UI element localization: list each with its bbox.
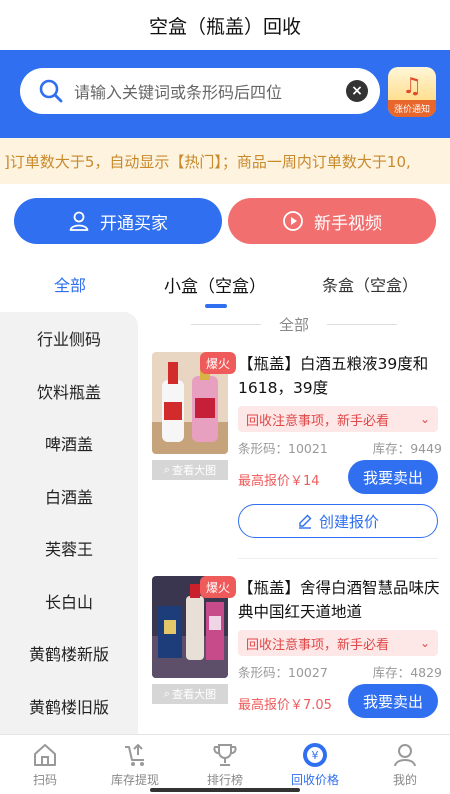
withdraw-icon	[125, 743, 144, 766]
create-quote-button[interactable]: 创建报价	[238, 504, 438, 538]
sell-button[interactable]: 我要卖出	[348, 460, 438, 494]
highest-price: 最高报价￥14	[238, 474, 320, 489]
zoom-icon: ⌕	[163, 463, 171, 476]
view-large-button[interactable]: ⌕ 查看大图	[152, 684, 228, 704]
tab-small-box[interactable]: 小盒（空盒）	[150, 262, 280, 306]
chevron-down-icon: ⌄	[419, 412, 430, 426]
search-placeholder: 请输入关键词或条形码后四位	[74, 83, 283, 102]
product-meta: 条形码：10027 库存：4829	[238, 662, 442, 681]
caution-label: 回收注意事项，新手必看	[246, 637, 390, 653]
tab-label: 回收价格	[290, 773, 339, 787]
bell-icon: ♫	[402, 74, 422, 99]
tab-mine[interactable]: 我的	[360, 735, 450, 794]
tab-label: 扫码	[32, 773, 57, 787]
newbie-video-button[interactable]: 新手视频	[228, 198, 436, 244]
open-buyer-button[interactable]: 开通买家	[14, 198, 222, 244]
product-card: 爆火 ⌕ 查看大图 【瓶盖】舍得白酒智慧品味庆典中国红天道地道 回收注意事项，新…	[152, 576, 442, 734]
sidebar-item[interactable]: 芙蓉王	[0, 522, 138, 575]
divider	[238, 558, 438, 559]
announcement-marquee: ]订单数大于5，自动显示【热门】；商品一周内订单数大于10,	[0, 138, 450, 184]
search-icon	[39, 79, 63, 103]
category-tabs: 全部 小盒（空盒） 条盒（空盒）	[0, 262, 450, 310]
product-title: 【瓶盖】白酒五粮液39度和1618，39度	[238, 355, 429, 397]
tab-ranking[interactable]: 排行榜	[180, 735, 270, 794]
hot-badge: 爆火	[200, 352, 236, 374]
sidebar-item[interactable]: 啤酒盖	[0, 417, 138, 470]
sell-button[interactable]: 我要卖出	[348, 684, 438, 718]
newbie-video-label: 新手视频	[314, 213, 382, 234]
edit-icon	[298, 514, 312, 529]
barcode: 条形码：10021	[238, 441, 328, 456]
tab-label: 我的	[392, 773, 417, 787]
hot-badge: 爆火	[200, 576, 236, 598]
clear-icon[interactable]: ×	[346, 80, 368, 102]
play-icon	[283, 211, 303, 231]
search-input[interactable]: 请输入关键词或条形码后四位 ×	[20, 68, 380, 114]
sidebar-item[interactable]: 白酒盖	[0, 470, 138, 523]
tab-label: 排行榜	[206, 773, 243, 787]
product-list: 全部 爆火 ⌕ 查看大图 【瓶盖】白酒五粮液39度和1618，39度 回收注意事…	[138, 312, 450, 734]
view-large-label: 查看大图	[172, 464, 217, 477]
zoom-icon: ⌕	[163, 687, 171, 700]
sidebar-item[interactable]: 黄鹤楼新版	[0, 627, 138, 680]
bottom-tabbar: 扫码 库存提现 排行榜 ¥ 回收价格 我的	[0, 734, 450, 794]
sidebar-item[interactable]: 长白山	[0, 575, 138, 628]
sidebar: 行业侧码 饮料瓶盖 啤酒盖 白酒盖 芙蓉王 长白山 黄鹤楼新版 黄鹤楼旧版	[0, 312, 138, 734]
open-buyer-label: 开通买家	[100, 213, 168, 234]
user-icon	[69, 211, 89, 231]
product-title: 【瓶盖】舍得白酒智慧品味庆典中国红天道地道	[238, 579, 440, 621]
sidebar-item[interactable]: 行业侧码	[0, 312, 138, 365]
tab-withdraw[interactable]: 库存提现	[90, 735, 180, 794]
barcode: 条形码：10027	[238, 665, 328, 680]
price-icon: ¥	[303, 743, 327, 767]
tab-scan[interactable]: 扫码	[0, 735, 90, 794]
home-indicator	[150, 788, 300, 792]
stock: 库存：4829	[372, 665, 442, 680]
chevron-down-icon: ⌄	[419, 636, 430, 650]
stock: 库存：9449	[372, 441, 442, 456]
price-notice-icon[interactable]: ♫ 涨价通知	[388, 67, 436, 117]
tab-all[interactable]: 全部	[20, 262, 120, 306]
create-quote-label: 创建报价	[318, 512, 379, 531]
tab-strip-box[interactable]: 条盒（空盒）	[300, 262, 440, 306]
caution-dropdown[interactable]: 回收注意事项，新手必看 ⌄	[238, 630, 438, 656]
view-large-label: 查看大图	[172, 688, 217, 701]
divider	[327, 323, 397, 325]
tab-recycle-price[interactable]: ¥ 回收价格	[270, 735, 360, 794]
section-header: 全部	[138, 312, 450, 336]
tab-label: 库存提现	[110, 773, 159, 787]
trophy-icon	[213, 744, 237, 766]
page-title: 空盒（瓶盖）回收	[0, 0, 450, 50]
highest-price: 最高报价￥7.05	[238, 698, 332, 713]
product-meta: 条形码：10021 库存：9449	[238, 438, 442, 457]
active-tab-indicator	[205, 304, 227, 308]
sidebar-item[interactable]: 黄鹤楼旧版	[0, 680, 138, 733]
product-card: 爆火 ⌕ 查看大图 【瓶盖】白酒五粮液39度和1618，39度 回收注意事项，新…	[152, 352, 442, 542]
section-title: 全部	[278, 315, 309, 334]
view-large-button[interactable]: ⌕ 查看大图	[152, 460, 228, 480]
divider	[190, 323, 261, 325]
search-header: 请输入关键词或条形码后四位 × ♫ 涨价通知	[0, 50, 450, 138]
caution-label: 回收注意事项，新手必看	[246, 413, 390, 429]
price-notice-label: 涨价通知	[388, 100, 436, 117]
announcement-text: ]订单数大于5，自动显示【热门】；商品一周内订单数大于10,	[4, 152, 411, 171]
user-icon	[394, 744, 416, 767]
svg-text:¥: ¥	[312, 749, 319, 762]
home-icon	[34, 744, 56, 766]
caution-dropdown[interactable]: 回收注意事项，新手必看 ⌄	[238, 406, 438, 432]
sidebar-item[interactable]: 饮料瓶盖	[0, 365, 138, 418]
